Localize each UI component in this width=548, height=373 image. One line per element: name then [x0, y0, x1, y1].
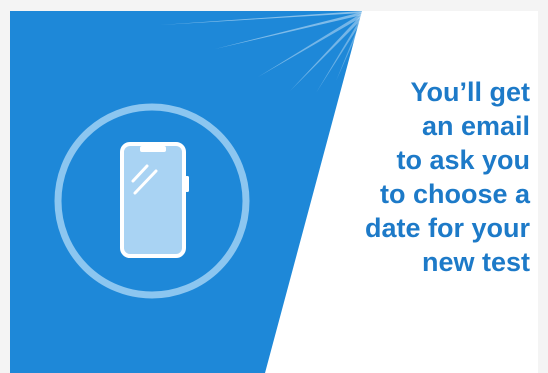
- smartphone-icon: [120, 142, 189, 258]
- message-line: to ask you: [396, 145, 530, 175]
- message-line: new test: [421, 247, 530, 277]
- message-line: You’ll get: [410, 77, 531, 107]
- message-line: an email: [421, 111, 530, 141]
- page-margin: [538, 0, 548, 373]
- info-card: You’ll get an email to ask you to choose…: [10, 11, 538, 373]
- message-line: date for your: [364, 213, 530, 243]
- email-message: You’ll get an email to ask you to choose…: [290, 75, 530, 279]
- message-line: to choose a: [379, 179, 530, 209]
